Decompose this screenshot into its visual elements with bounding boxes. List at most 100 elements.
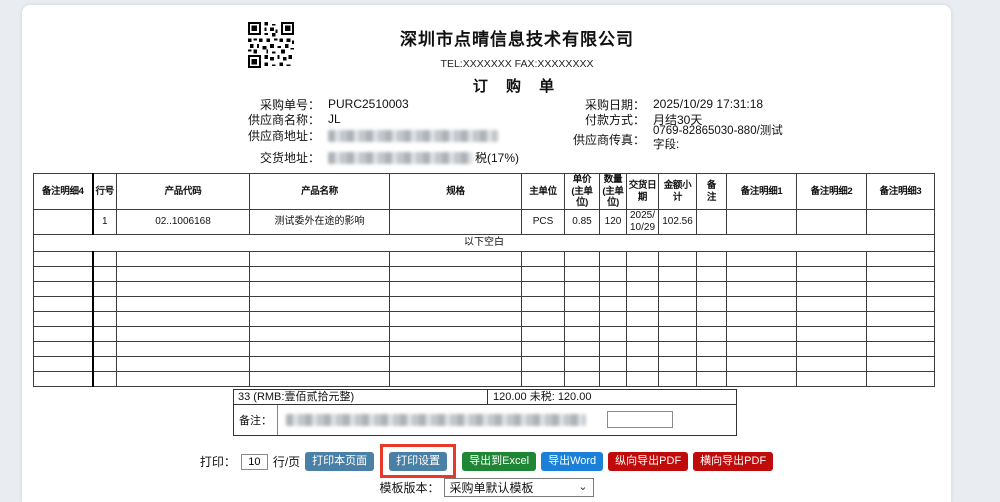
table-cell — [797, 342, 867, 357]
table-cell — [627, 312, 659, 327]
table-cell — [390, 267, 522, 282]
table-cell — [390, 282, 522, 297]
table-cell — [522, 267, 565, 282]
table-cell — [600, 267, 627, 282]
table-cell — [117, 372, 250, 387]
table-cell — [797, 312, 867, 327]
info-label: 交货地址： — [230, 149, 320, 166]
template-version-select[interactable]: 采购单默认模板 ⌄ — [444, 478, 594, 497]
table-cell — [697, 372, 727, 387]
table-cell — [659, 357, 697, 372]
info-label: 供应商地址： — [230, 127, 320, 144]
header-cell: 行号 — [93, 174, 117, 210]
export-pdf-portrait-button[interactable]: 纵向导出PDF — [608, 452, 688, 471]
tel-fax-line: TEL:XXXXXXX FAX:XXXXXXXX — [222, 58, 812, 70]
table-cell — [797, 327, 867, 342]
table-cell — [697, 327, 727, 342]
table-cell — [600, 252, 627, 267]
table-cell — [522, 327, 565, 342]
document-title: 订 购 单 — [222, 75, 812, 96]
info-row: 采购单号：PURC2510003 — [230, 97, 409, 111]
table-cell: 1 — [93, 210, 117, 235]
print-label: 打印： — [200, 453, 236, 470]
table-cell — [627, 327, 659, 342]
table-cell — [34, 210, 93, 235]
rows-per-page-input[interactable] — [241, 454, 268, 470]
table-cell — [117, 312, 250, 327]
print-page-button[interactable]: 打印本页面 — [305, 452, 374, 471]
table-cell — [34, 372, 93, 387]
table-cell — [867, 282, 935, 297]
rows-unit-label: 行/页 — [273, 453, 300, 470]
total-in-words: 33 (RMB:壹佰贰拾元整) — [234, 390, 488, 404]
table-cell — [565, 297, 600, 312]
table-cell — [797, 210, 867, 235]
info-row: 供应商地址： — [230, 128, 498, 142]
table-cell — [390, 297, 522, 312]
info-label: 供应商名称： — [230, 111, 320, 128]
table-cell — [727, 372, 797, 387]
table-cell — [390, 342, 522, 357]
empty-table-row — [34, 327, 935, 342]
table-cell — [93, 252, 117, 267]
table-cell — [867, 342, 935, 357]
table-cell — [627, 342, 659, 357]
table-cell — [34, 252, 93, 267]
empty-table-row — [34, 372, 935, 387]
header-cell: 产品代码 — [117, 174, 250, 210]
template-label: 模板版本： — [379, 479, 439, 496]
template-selected-value: 采购单默认模板 — [450, 479, 534, 496]
blank-note-cell: 以下空白 — [34, 235, 935, 252]
table-cell — [250, 297, 390, 312]
table-cell — [797, 282, 867, 297]
table-cell — [627, 372, 659, 387]
table-cell — [390, 312, 522, 327]
redacted-text — [328, 130, 498, 142]
template-selector-row: 模板版本： 采购单默认模板 ⌄ — [22, 478, 951, 497]
table-cell — [522, 342, 565, 357]
export-excel-button[interactable]: 导出到Excel — [462, 452, 536, 471]
table-cell — [522, 282, 565, 297]
table-cell — [34, 312, 93, 327]
table-cell — [117, 327, 250, 342]
table-cell — [522, 297, 565, 312]
table-cell — [797, 372, 867, 387]
table-cell — [93, 342, 117, 357]
table-cell — [697, 210, 727, 235]
table-cell — [727, 342, 797, 357]
table-cell — [390, 252, 522, 267]
table-cell — [697, 312, 727, 327]
print-preview-page: 深圳市点晴信息技术有限公司 TEL:XXXXXXX FAX:XXXXXXXX 订… — [22, 5, 951, 502]
info-row: 付款方式：月结30天 — [555, 112, 702, 126]
table-cell — [117, 252, 250, 267]
table-cell: 测试委外在途的影响 — [250, 210, 390, 235]
table-cell — [522, 312, 565, 327]
print-settings-button[interactable]: 打印设置 — [389, 452, 447, 471]
empty-table-row — [34, 282, 935, 297]
company-name: 深圳市点晴信息技术有限公司 — [222, 25, 812, 50]
table-cell — [600, 372, 627, 387]
table-cell — [250, 282, 390, 297]
table-cell — [627, 357, 659, 372]
table-cell — [117, 267, 250, 282]
table-cell — [727, 327, 797, 342]
info-value: PURC2510003 — [328, 97, 409, 111]
remark-extra-field[interactable] — [607, 411, 673, 428]
table-cell — [93, 327, 117, 342]
table-cell: 102.56 — [659, 210, 697, 235]
remark-label: 备注： — [234, 405, 278, 435]
export-pdf-landscape-button[interactable]: 横向导出PDF — [693, 452, 773, 471]
info-row: 交货地址：税(17%) — [230, 150, 519, 164]
table-cell — [867, 252, 935, 267]
table-cell — [659, 372, 697, 387]
table-cell — [697, 297, 727, 312]
header-cell: 备注明细4 — [34, 174, 93, 210]
table-cell — [250, 312, 390, 327]
chevron-down-icon: ⌄ — [578, 482, 587, 493]
empty-table-row — [34, 267, 935, 282]
table-cell — [600, 282, 627, 297]
export-word-button[interactable]: 导出Word — [541, 452, 603, 471]
empty-table-row — [34, 297, 935, 312]
empty-table-row — [34, 357, 935, 372]
table-cell — [797, 252, 867, 267]
